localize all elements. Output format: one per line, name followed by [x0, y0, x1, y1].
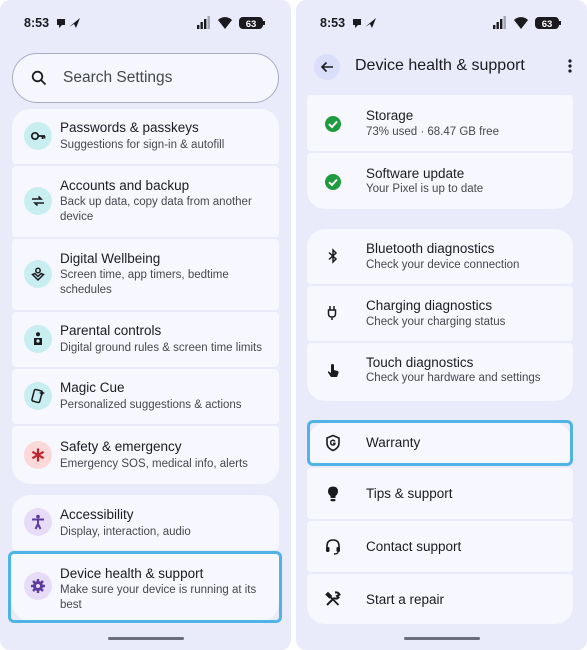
- item-title: Touch diagnostics: [366, 355, 474, 370]
- sync-icon: [24, 187, 52, 215]
- search-icon: [31, 70, 47, 86]
- settings-item-digital-wellbeing[interactable]: Digital Wellbeing Screen time, app timer…: [12, 239, 279, 310]
- touch-icon: [327, 364, 339, 377]
- more-options-icon[interactable]: [568, 59, 572, 73]
- item-subtitle: Your Pixel is up to date: [366, 183, 484, 195]
- notification-icons: [57, 18, 80, 28]
- highlight-frame: [8, 551, 282, 623]
- asterisk-icon: [24, 441, 52, 469]
- settings-item-title: Safety & emergency: [60, 439, 182, 454]
- settings-item-accounts[interactable]: Accounts and backup Back up data, copy d…: [12, 166, 279, 237]
- software-update-item[interactable]: Software update Your Pixel is up to date: [307, 153, 573, 209]
- settings-item-subtitle: Suggestions for sign-in & autofill: [60, 139, 225, 151]
- charging-diagnostics-item[interactable]: Charging diagnostics Check your charging…: [307, 286, 573, 341]
- tools-icon: [325, 591, 341, 606]
- settings-item-title: Magic Cue: [60, 380, 125, 395]
- item-subtitle: 73% used · 68.47 GB free: [366, 126, 499, 138]
- settings-item-passwords[interactable]: Passwords & passkeys Suggestions for sig…: [12, 109, 279, 164]
- page-title: Device health & support: [355, 57, 525, 74]
- device-health-screen: 8:53 63 Device health & support Storage …: [296, 0, 587, 650]
- item-title: Tips & support: [366, 486, 453, 501]
- settings-item-title: Accessibility: [60, 507, 134, 522]
- settings-item-magic-cue[interactable]: Magic Cue Personalized suggestions & act…: [12, 369, 279, 424]
- status-icons-right: 63: [493, 16, 561, 30]
- settings-item-parental-controls[interactable]: Parental controls Digital ground rules &…: [12, 312, 279, 367]
- magic-cue-icon: [24, 382, 52, 410]
- item-title: Start a repair: [366, 592, 445, 607]
- parental-icon: [24, 325, 52, 353]
- bluetooth-diagnostics-item[interactable]: Bluetooth diagnostics Check your device …: [307, 229, 573, 284]
- item-subtitle: Check your charging status: [366, 316, 506, 328]
- charging-icon: [327, 306, 337, 320]
- status-icons-right: 63: [197, 16, 265, 30]
- check-circle-icon: [325, 116, 341, 132]
- status-bar: 8:53 63: [296, 16, 587, 32]
- notification-icons: [353, 18, 376, 28]
- battery-level: 63: [246, 19, 257, 30]
- battery-level: 63: [542, 19, 553, 30]
- settings-item-title: Parental controls: [60, 323, 162, 338]
- item-title: Charging diagnostics: [366, 298, 493, 313]
- settings-item-title: Digital Wellbeing: [60, 251, 161, 266]
- settings-item-subtitle: Display, interaction, audio: [60, 526, 191, 538]
- lightbulb-icon: [328, 486, 338, 502]
- settings-item-accessibility[interactable]: Accessibility Display, interaction, audi…: [12, 495, 279, 550]
- settings-item-subtitle: Personalized suggestions & actions: [60, 399, 242, 411]
- tips-support-item[interactable]: Tips & support: [307, 468, 573, 519]
- back-button[interactable]: [314, 54, 340, 80]
- storage-item[interactable]: Storage 73% used · 68.47 GB free: [307, 95, 573, 151]
- wellbeing-icon: [24, 260, 52, 288]
- item-subtitle: Check your hardware and settings: [366, 372, 541, 384]
- accessibility-icon: [24, 508, 52, 536]
- highlight-frame: [307, 420, 573, 466]
- back-arrow-icon: [320, 61, 333, 73]
- headset-icon: [326, 539, 340, 555]
- bluetooth-icon: [328, 248, 338, 264]
- gesture-nav-bar[interactable]: [107, 637, 184, 640]
- contact-support-item[interactable]: Contact support: [307, 521, 573, 572]
- item-title: Storage: [366, 108, 414, 123]
- start-repair-item[interactable]: Start a repair: [307, 574, 573, 624]
- item-title: Bluetooth diagnostics: [366, 241, 495, 256]
- settings-item-safety[interactable]: Safety & emergency Emergency SOS, medica…: [12, 426, 279, 484]
- status-bar: 8:53 63: [0, 16, 291, 32]
- settings-item-title: Accounts and backup: [60, 178, 190, 193]
- settings-item-subtitle: Screen time, app timers, bedtime schedul…: [60, 269, 229, 296]
- gesture-nav-bar[interactable]: [403, 637, 480, 640]
- settings-item-subtitle: Digital ground rules & screen time limit…: [60, 342, 262, 354]
- settings-screen: 8:53 63 Search Settings Passwords & pass…: [0, 0, 291, 650]
- search-placeholder: Search Settings: [63, 69, 173, 86]
- search-bar[interactable]: Search Settings: [12, 53, 279, 103]
- status-time: 8:53: [24, 16, 50, 30]
- settings-item-subtitle: Emergency SOS, medical info, alerts: [60, 458, 248, 470]
- item-subtitle: Check your device connection: [366, 259, 520, 271]
- settings-item-subtitle: Back up data, copy data from another dev…: [60, 196, 252, 223]
- item-title: Software update: [366, 166, 465, 181]
- item-title: Contact support: [366, 539, 462, 554]
- check-circle-icon: [325, 174, 341, 190]
- key-icon: [24, 122, 52, 150]
- touch-diagnostics-item[interactable]: Touch diagnostics Check your hardware an…: [307, 343, 573, 401]
- status-time: 8:53: [320, 16, 346, 30]
- settings-item-title: Passwords & passkeys: [60, 120, 199, 135]
